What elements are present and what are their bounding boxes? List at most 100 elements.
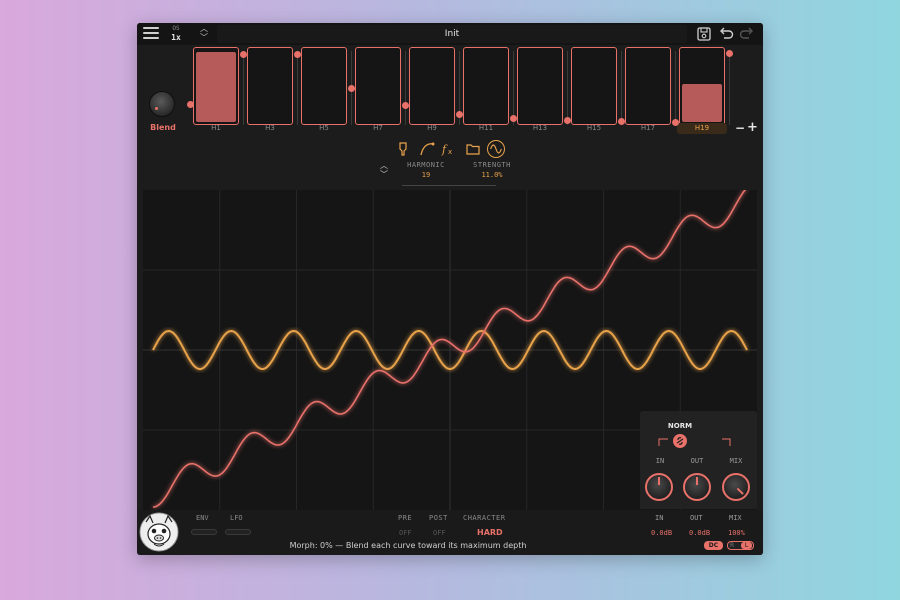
knob-pointer	[736, 487, 744, 495]
blend-knob[interactable]	[149, 91, 175, 117]
pre-value[interactable]: OFF	[399, 529, 412, 537]
menu-icon[interactable]	[143, 27, 159, 41]
oversampling-selector[interactable]: OS 1x	[169, 25, 183, 43]
phase-handle[interactable]	[672, 119, 679, 126]
redo-icon[interactable]	[738, 25, 756, 43]
sine-wave-icon[interactable]	[487, 140, 505, 158]
harmonic-label-h15[interactable]: H15	[571, 124, 617, 132]
handle-track	[243, 51, 244, 125]
harmonic-label-h5[interactable]: H5	[301, 124, 347, 132]
harmonic-bar-h15[interactable]	[571, 47, 617, 125]
curve-icon[interactable]	[419, 141, 435, 157]
svg-text:f: f	[441, 143, 448, 156]
in-value[interactable]: 0.0dB	[651, 529, 672, 537]
strength-value[interactable]: 11.0%	[467, 171, 517, 179]
norm-mix-label: MIX	[729, 457, 743, 465]
param-arrows[interactable]: ︿ ﹀	[378, 161, 390, 181]
pig-logo	[139, 512, 179, 552]
harmonic-label-h11[interactable]: H11	[463, 124, 509, 132]
phase-handle[interactable]	[564, 117, 571, 124]
lfo-toggle[interactable]	[225, 529, 251, 535]
norm-in-label: IN	[655, 457, 665, 465]
mix-knob[interactable]	[722, 473, 750, 501]
norm-out-label: OUT	[690, 457, 704, 465]
param-divider	[402, 185, 496, 186]
harmonic-label-h13[interactable]: H13	[517, 124, 563, 132]
harmonic-bar-h7[interactable]	[355, 47, 401, 125]
dc-toggle[interactable]: DC	[704, 541, 723, 550]
handle-track	[513, 51, 514, 125]
phase-handle[interactable]	[294, 51, 301, 58]
phase-handle[interactable]	[510, 115, 517, 122]
chevron-down-icon[interactable]: ﹀	[378, 170, 390, 179]
handle-track	[675, 51, 676, 125]
harmonic-bar-h17[interactable]	[625, 47, 671, 125]
knob-pointer	[658, 477, 660, 485]
harmonic-label-h9[interactable]: H9	[409, 124, 455, 132]
blend-label: Blend	[150, 123, 176, 132]
phase-handle[interactable]	[456, 111, 463, 118]
env-toggle[interactable]	[191, 529, 217, 535]
harmonic-label-h17[interactable]: H17	[625, 124, 671, 132]
l-option[interactable]: L	[741, 542, 752, 549]
harmonic-bar-h1[interactable]	[193, 47, 239, 125]
post-value[interactable]: OFF	[433, 529, 446, 537]
phase-handle[interactable]	[240, 51, 247, 58]
status-text: Morph: 0% — Blend each curve toward its …	[289, 541, 527, 550]
harmonic-bar-h9[interactable]	[409, 47, 455, 125]
rl-toggle[interactable]: R L	[727, 541, 754, 550]
norm-title[interactable]: NORM	[640, 422, 720, 430]
svg-text:x: x	[448, 148, 452, 156]
preset-arrows[interactable]: ︿ ﹀	[197, 24, 211, 44]
post-label: POST	[429, 514, 448, 522]
preset-name[interactable]: Init	[217, 25, 687, 43]
chevron-up-icon[interactable]: ︿	[378, 161, 390, 170]
in-label: IN	[655, 514, 664, 522]
folder-icon[interactable]	[465, 141, 481, 157]
out-knob[interactable]	[683, 473, 711, 501]
undo-icon[interactable]	[717, 25, 735, 43]
phase-handle[interactable]	[348, 85, 355, 92]
bar-fill	[196, 52, 236, 122]
lfo-label: LFO	[230, 514, 243, 522]
harmonic-label: HARMONIC	[407, 161, 445, 169]
handle-track	[621, 51, 622, 125]
remove-harmonic-button[interactable]: −	[735, 122, 745, 134]
knob-pointer	[696, 477, 698, 485]
harmonic-bar-h5[interactable]	[301, 47, 347, 125]
phase-handle[interactable]	[402, 102, 409, 109]
r-option[interactable]: R	[730, 542, 734, 550]
harmonic-label-h7[interactable]: H7	[355, 124, 401, 132]
character-label: CHARACTER	[463, 514, 506, 522]
phase-handle[interactable]	[187, 101, 194, 108]
os-label: OS	[172, 25, 180, 32]
norm-panel: NORM IN OUT MIX	[640, 411, 757, 509]
harmonic-bar-h19[interactable]	[679, 47, 725, 125]
chevron-down-icon[interactable]: ﹀	[197, 33, 211, 42]
harmonic-bar-h3[interactable]	[247, 47, 293, 125]
handle-track	[405, 51, 406, 125]
out-label: OUT	[690, 514, 703, 522]
handle-track	[729, 51, 730, 125]
pin-icon[interactable]	[395, 141, 411, 157]
character-value[interactable]: HARD	[477, 528, 503, 537]
chevron-up-icon[interactable]: ︿	[197, 24, 211, 33]
phase-handle[interactable]	[726, 50, 733, 57]
add-harmonic-button[interactable]: +	[747, 121, 758, 134]
phase-handle[interactable]	[618, 118, 625, 125]
top-toolbar: OS 1x ︿ ﹀ Init	[137, 23, 763, 45]
fx-icon[interactable]: f x	[441, 141, 457, 157]
save-icon[interactable]	[695, 25, 713, 43]
link-bracket	[658, 438, 731, 446]
harmonic-value[interactable]: 19	[401, 171, 451, 179]
harmonic-bar-h13[interactable]	[517, 47, 563, 125]
env-label: ENV	[196, 514, 209, 522]
mix-value[interactable]: 100%	[728, 529, 745, 537]
harmonic-label-h3[interactable]: H3	[247, 124, 293, 132]
out-value[interactable]: 0.0dB	[689, 529, 710, 537]
harmonic-label-h19[interactable]: H19	[677, 123, 727, 134]
plugin-window: OS 1x ︿ ﹀ Init Blend H1 H3 H5 H7 H9 H11 H13 H15…	[137, 23, 763, 555]
harmonic-label-h1[interactable]: H1	[193, 124, 239, 132]
harmonic-bar-h11[interactable]	[463, 47, 509, 125]
in-knob[interactable]	[645, 473, 673, 501]
